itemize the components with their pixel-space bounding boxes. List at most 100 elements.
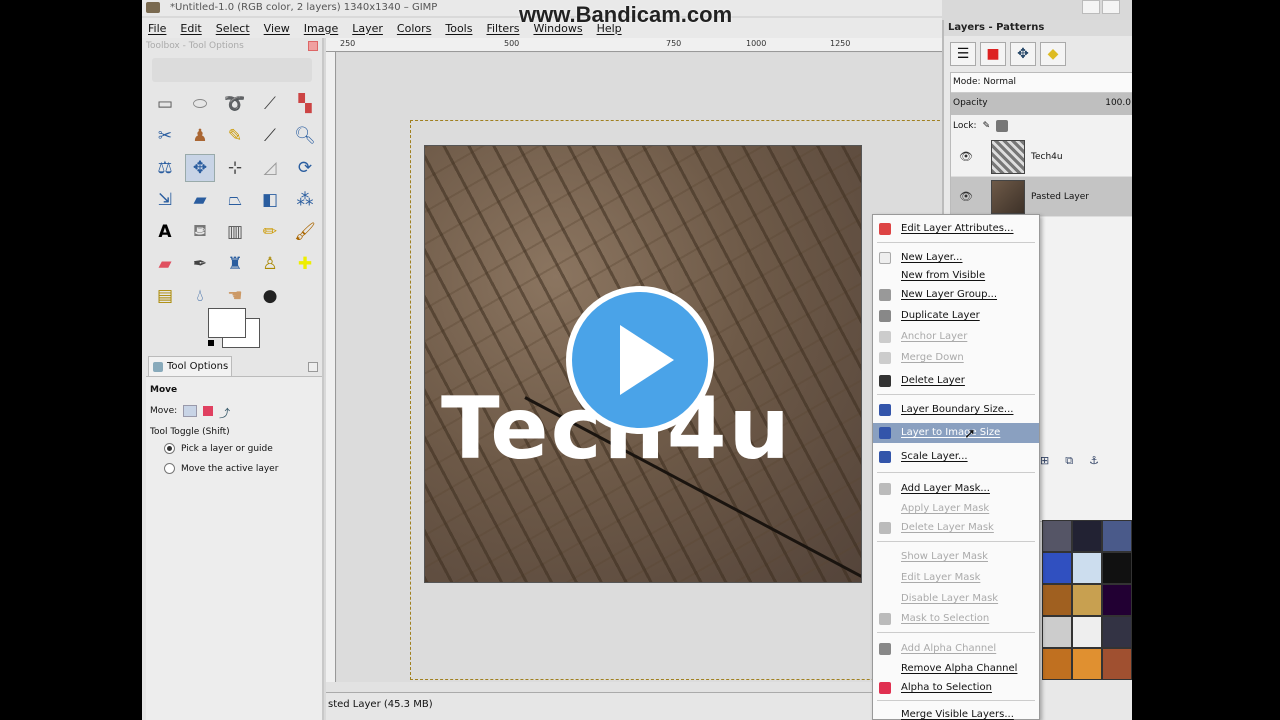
opacity-slider[interactable]: Opacity 100.0 — [951, 93, 1132, 115]
pattern-swatch[interactable] — [1072, 648, 1102, 680]
tab-tool-options[interactable]: Tool Options — [148, 356, 232, 376]
horizontal-scrollbar[interactable] — [326, 682, 942, 692]
heal-tool-icon[interactable]: ✚ — [290, 250, 320, 278]
color-select-tool-icon[interactable]: ▚ — [290, 90, 320, 118]
menu-item-edit-layer-mask[interactable]: Edit Layer Mask — [873, 568, 1039, 588]
pattern-swatch[interactable] — [1072, 584, 1102, 616]
menu-item-add-layer-mask[interactable]: Add Layer Mask... — [873, 479, 1039, 499]
menu-item-duplicate-layer[interactable]: Duplicate Layer — [873, 306, 1039, 326]
vertical-ruler[interactable] — [326, 52, 336, 682]
configure-tab-icon[interactable] — [308, 362, 318, 372]
flip-tool-icon[interactable]: ◧ — [255, 186, 285, 214]
shear-tool-icon[interactable]: ▰ — [185, 186, 215, 214]
play-button[interactable] — [566, 286, 714, 434]
menu-file[interactable]: File — [148, 22, 166, 35]
layer-item[interactable]: 👁︎ Tech4u — [951, 137, 1132, 177]
patterns-tab-icon[interactable]: ◆ — [1040, 42, 1066, 66]
pattern-swatch[interactable] — [1102, 616, 1132, 648]
new-layer-icon[interactable]: ⊞ — [1040, 454, 1049, 472]
paths-tool-icon[interactable]: ✎ — [220, 122, 250, 150]
pattern-swatch[interactable] — [1102, 584, 1132, 616]
free-select-tool-icon[interactable]: ➰ — [220, 90, 250, 118]
move-active-layer-radio[interactable]: Move the active layer — [164, 463, 278, 474]
pattern-swatch[interactable] — [1102, 520, 1132, 552]
scale-tool-icon[interactable]: ⇲ — [150, 186, 180, 214]
paths-tab-icon[interactable]: ✥ — [1010, 42, 1036, 66]
menu-item-edit-layer-attributes[interactable]: Edit Layer Attributes... — [873, 219, 1039, 239]
eye-icon[interactable]: 👁︎ — [951, 150, 981, 163]
ellipse-select-tool-icon[interactable]: ⬭ — [185, 90, 215, 118]
move-layer-icon[interactable] — [183, 405, 198, 417]
minimize-button[interactable] — [1082, 0, 1100, 14]
menu-item-new-from-visible[interactable]: New from Visible — [873, 266, 1039, 286]
rotate-tool-icon[interactable]: ⟳ — [290, 154, 320, 182]
airbrush-tool-icon[interactable]: ✒ — [185, 250, 215, 278]
clone-tool-icon[interactable]: ♙ — [255, 250, 285, 278]
menu-item-merge-visible-layers[interactable]: Merge Visible Layers... — [873, 705, 1039, 720]
pattern-swatch[interactable] — [1072, 552, 1102, 584]
menu-item-mask-to-selection[interactable]: Mask to Selection — [873, 609, 1039, 629]
move-selection-icon[interactable] — [203, 406, 214, 416]
lock-alpha-icon[interactable] — [996, 120, 1009, 132]
menu-item-merge-down[interactable]: Merge Down — [873, 348, 1039, 368]
zoom-tool-icon[interactable]: 🔍︎ — [290, 122, 320, 150]
pattern-swatch[interactable] — [1042, 616, 1072, 648]
pattern-swatch[interactable] — [1102, 648, 1132, 680]
blur-tool-icon[interactable]: 💧︎ — [185, 282, 215, 310]
menu-item-scale-layer[interactable]: Scale Layer... — [873, 447, 1039, 467]
pencil-tool-icon[interactable]: ✏ — [255, 218, 285, 246]
menu-item-show-layer-mask[interactable]: Show Layer Mask — [873, 547, 1039, 567]
menu-item-layer-to-image-size[interactable]: Layer to Image Size — [873, 423, 1039, 443]
fuzzy-select-tool-icon[interactable]: ⟋ — [255, 90, 285, 118]
horizontal-ruler[interactable]: 250 500 750 1000 1250 — [326, 38, 942, 52]
menu-item-delete-layer[interactable]: Delete Layer — [873, 371, 1039, 391]
layers-tab-icon[interactable]: ☰ — [950, 42, 976, 66]
menu-item-anchor-layer[interactable]: Anchor Layer — [873, 327, 1039, 347]
menu-select[interactable]: Select — [216, 22, 250, 35]
dodge-burn-tool-icon[interactable]: ● — [255, 282, 285, 310]
pattern-swatch[interactable] — [1042, 520, 1072, 552]
eye-icon[interactable]: 👁︎ — [951, 190, 981, 203]
crop-tool-icon[interactable]: ◿ — [255, 154, 285, 182]
menu-item-new-layer-group[interactable]: New Layer Group... — [873, 285, 1039, 305]
paintbrush-tool-icon[interactable]: 🖌︎ — [290, 218, 320, 246]
menu-filters[interactable]: Filters — [486, 22, 519, 35]
layer-item[interactable]: 👁︎ Pasted Layer — [951, 177, 1132, 217]
foreground-color[interactable] — [208, 308, 246, 338]
pattern-swatch[interactable] — [1072, 520, 1102, 552]
default-colors-icon[interactable] — [208, 340, 214, 346]
bucket-fill-tool-icon[interactable]: ⛾ — [185, 218, 215, 246]
rect-select-tool-icon[interactable]: ▭ — [150, 90, 180, 118]
anchor-layer-icon[interactable]: ⚓︎ — [1089, 454, 1099, 472]
menu-item-delete-layer-mask[interactable]: Delete Layer Mask — [873, 518, 1039, 538]
smudge-tool-icon[interactable]: ☚ — [220, 282, 250, 310]
menu-tools[interactable]: Tools — [445, 22, 472, 35]
ink-tool-icon[interactable]: ♜ — [220, 250, 250, 278]
move-path-icon[interactable]: ⤴ — [219, 405, 233, 420]
menu-colors[interactable]: Colors — [397, 22, 431, 35]
menu-item-apply-layer-mask[interactable]: Apply Layer Mask — [873, 499, 1039, 519]
text-tool-icon[interactable]: A — [150, 218, 180, 246]
menu-layer[interactable]: Layer — [352, 22, 383, 35]
move-tool-icon[interactable]: ✥ — [185, 154, 215, 182]
menu-item-remove-alpha-channel[interactable]: Remove Alpha Channel — [873, 659, 1039, 679]
scissors-tool-icon[interactable]: ✂ — [150, 122, 180, 150]
mode-select[interactable]: Mode: Normal — [951, 73, 1132, 93]
perspective-tool-icon[interactable]: ⏢ — [220, 186, 250, 214]
menu-item-disable-layer-mask[interactable]: Disable Layer Mask — [873, 589, 1039, 609]
menu-edit[interactable]: Edit — [180, 22, 201, 35]
align-tool-icon[interactable]: ⊹ — [220, 154, 250, 182]
color-swatches[interactable] — [208, 308, 262, 350]
menu-item-alpha-to-selection[interactable]: Alpha to Selection — [873, 678, 1039, 698]
foreground-select-tool-icon[interactable]: ♟ — [185, 122, 215, 150]
menu-item-layer-boundary-size[interactable]: Layer Boundary Size... — [873, 400, 1039, 420]
pattern-swatch[interactable] — [1102, 552, 1132, 584]
cage-tool-icon[interactable]: ⁂ — [290, 186, 320, 214]
lock-pixels-icon[interactable]: ✎ — [983, 121, 991, 131]
pattern-swatch[interactable] — [1042, 584, 1072, 616]
menu-view[interactable]: View — [264, 22, 290, 35]
eraser-tool-icon[interactable]: ▰ — [150, 250, 180, 278]
pick-layer-radio[interactable]: Pick a layer or guide — [164, 443, 273, 454]
channels-tab-icon[interactable]: ■ — [980, 42, 1006, 66]
duplicate-layer-icon[interactable]: ⧉ — [1065, 454, 1073, 472]
